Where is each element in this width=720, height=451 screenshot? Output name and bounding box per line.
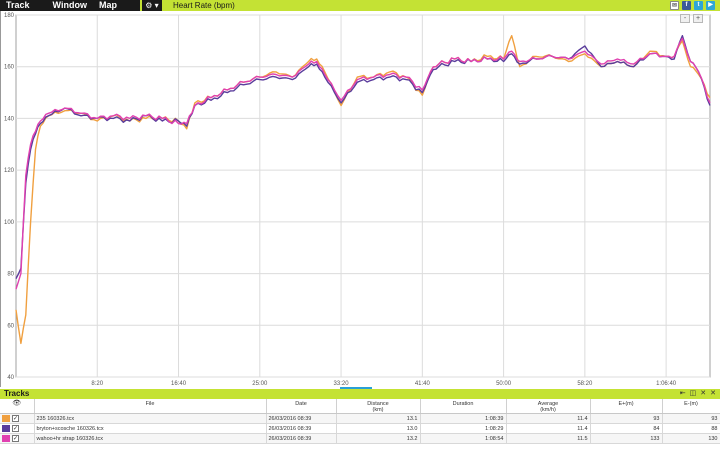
facebook-icon[interactable]: f	[682, 1, 691, 10]
column-eminus[interactable]: E-(m)	[662, 399, 720, 414]
zoom-in-button[interactable]: +	[693, 14, 703, 23]
column-eplus[interactable]: E+(m)	[590, 399, 663, 414]
y-tick-label: 160	[4, 65, 15, 71]
table-header: 👁 File Date Distance (km) Duration Avera…	[0, 399, 720, 414]
table-row[interactable]: ✓ 235 160326.tcx 26/03/2016 08:39 13.1 1…	[0, 413, 720, 424]
gear-dropdown-button[interactable]: ⚙ ▾	[142, 0, 162, 11]
file-cell: wahoo+hr strap 160326.tcx	[34, 433, 267, 444]
y-tick-label: 80	[7, 272, 14, 278]
duration-cell: 1:08:29	[420, 423, 507, 434]
zoom-out-button[interactable]: -	[680, 14, 690, 23]
date-cell: 26/03/2016 08:39	[266, 433, 337, 444]
twitter-icon[interactable]: t	[694, 1, 703, 10]
eminus-cell: 93	[662, 413, 720, 424]
menu-track[interactable]: Track	[0, 0, 30, 11]
x-axis: 8:20 16:40 25:00 33:20 41:40 50:00 58:20 1:06:4…	[91, 381, 676, 387]
x-tick-label: 1:06:40	[656, 381, 677, 387]
video-icon[interactable]: ▶	[706, 1, 715, 10]
app-window: Track Window Map ⚙ ▾ Heart Rate (bpm) ✉ …	[0, 0, 720, 451]
distance-cell: 13.0	[336, 423, 421, 434]
eplus-cell: 133	[590, 433, 663, 444]
column-distance[interactable]: Distance (km)	[336, 399, 421, 414]
eminus-cell: 130	[662, 433, 720, 444]
top-bar: Track Window Map ⚙ ▾ Heart Rate (bpm) ✉ …	[0, 0, 720, 11]
x-tick-label: 58:20	[577, 381, 593, 387]
menu-map[interactable]: Map	[87, 0, 117, 11]
track-color-swatch	[2, 425, 10, 432]
y-tick-label: 60	[7, 323, 14, 329]
visibility-checkbox[interactable]: ✓	[12, 435, 19, 442]
x-tick-label: 16:40	[171, 381, 187, 387]
y-tick-label: 40	[7, 375, 14, 381]
eplus-cell: 93	[590, 413, 663, 424]
x-tick-label: 25:00	[252, 381, 268, 387]
track-color-swatch	[2, 435, 10, 442]
eye-icon: 👁	[12, 400, 22, 407]
y-tick-label: 120	[4, 168, 15, 174]
close-icon[interactable]: ✕	[710, 389, 716, 399]
file-cell: 235 160326.tcx	[34, 413, 267, 424]
tracks-table: 👁 File Date Distance (km) Duration Avera…	[0, 399, 720, 444]
main-menu: Track Window Map	[0, 0, 140, 11]
visibility-checkbox[interactable]: ✓	[12, 415, 19, 422]
maximize-icon[interactable]: ✕	[700, 389, 706, 399]
distance-cell: 13.2	[336, 433, 421, 444]
average-cell: 11.5	[506, 433, 591, 444]
x-tick-label: 8:20	[91, 381, 103, 387]
average-cell: 11.4	[506, 413, 591, 424]
y-tick-label: 180	[4, 13, 15, 19]
track-color-swatch	[2, 415, 10, 422]
tracks-panel-controls: ⇤ ◫ ✕ ✕	[680, 389, 716, 399]
plot-frame	[15, 14, 711, 378]
y-tick-label: 100	[4, 220, 15, 226]
eminus-cell: 88	[662, 423, 720, 434]
average-cell: 11.4	[506, 423, 591, 434]
y-axis: 40 60 80 100 120 140 160 180	[4, 13, 15, 381]
table-row[interactable]: ✓ wahoo+hr strap 160326.tcx 26/03/2016 0…	[0, 433, 720, 444]
eplus-cell: 84	[590, 423, 663, 434]
date-cell: 26/03/2016 08:39	[266, 413, 337, 424]
mail-icon[interactable]: ✉	[670, 1, 679, 10]
x-tick-label: 41:40	[415, 381, 431, 387]
visibility-header[interactable]: 👁	[0, 399, 35, 414]
tracks-panel-header: Tracks ⇤ ◫ ✕ ✕	[0, 389, 720, 399]
column-average[interactable]: Average (km/h)	[506, 399, 591, 414]
chart-grid	[15, 14, 711, 378]
duration-cell: 1:08:54	[420, 433, 507, 444]
visibility-checkbox[interactable]: ✓	[12, 425, 19, 432]
restore-icon[interactable]: ◫	[690, 389, 697, 399]
file-cell: bryton+scosche 160326.tcx	[34, 423, 267, 434]
chart-title: Heart Rate (bpm)	[173, 1, 235, 10]
menu-window[interactable]: Window	[30, 0, 87, 11]
duration-cell: 1:08:39	[420, 413, 507, 424]
dock-left-icon[interactable]: ⇤	[680, 389, 686, 399]
date-cell: 26/03/2016 08:39	[266, 423, 337, 434]
top-icons: ✉ f t ▶	[670, 1, 715, 10]
distance-cell: 13.1	[336, 413, 421, 424]
y-tick-label: 140	[4, 116, 15, 122]
column-duration[interactable]: Duration	[420, 399, 507, 414]
tracks-title: Tracks	[4, 389, 30, 398]
column-date[interactable]: Date	[266, 399, 337, 414]
x-tick-label: 50:00	[496, 381, 512, 387]
table-row[interactable]: ✓ bryton+scosche 160326.tcx 26/03/2016 0…	[0, 423, 720, 434]
heart-rate-chart[interactable]: 406080100120140160180 8:20 16:40 25:00 33:2…	[0, 11, 720, 387]
column-file[interactable]: File	[34, 399, 267, 414]
